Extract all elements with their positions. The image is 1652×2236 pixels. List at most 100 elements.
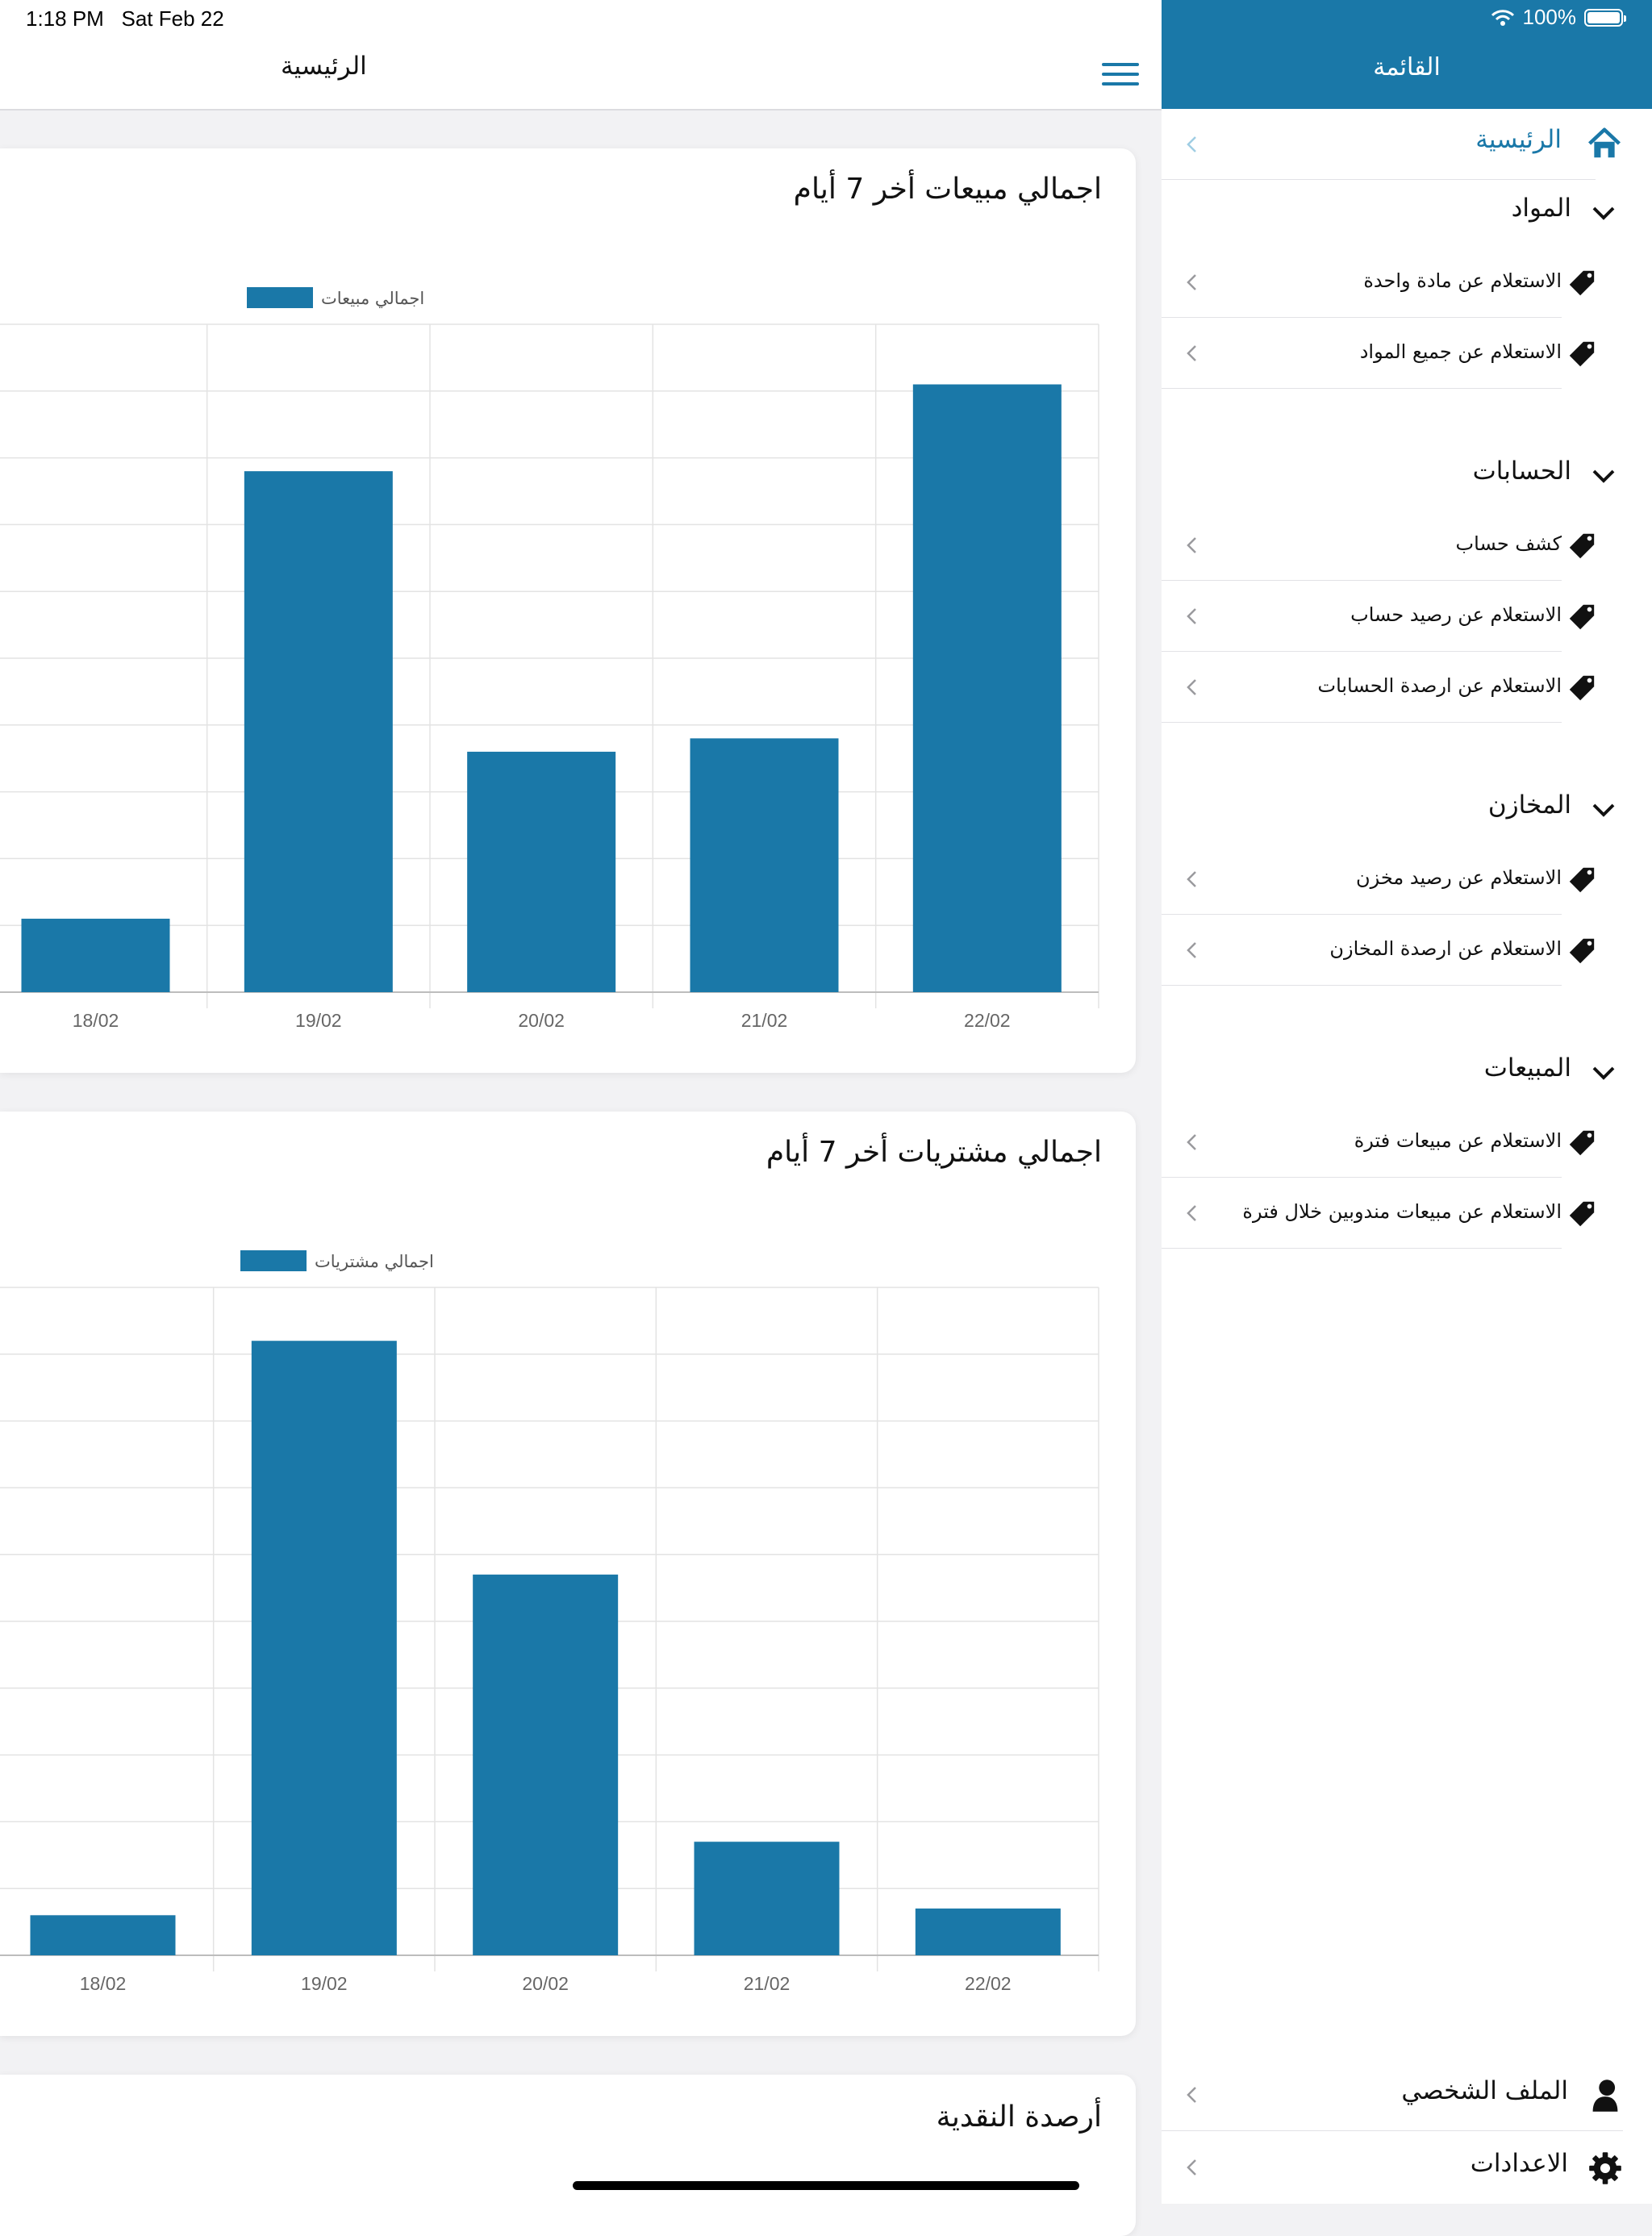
drawer-item-label: الاستعلام عن مبيعات مندوبين خلال فترة [1242, 1200, 1562, 1223]
home-indicator[interactable] [573, 2181, 1079, 2190]
gear-icon [1589, 2152, 1621, 2184]
main-content: الرئيسية اجمالي مبيعات أخر 7 أيام 17/021… [0, 0, 1162, 2236]
chart-bar [30, 1915, 176, 1955]
home-icon [1588, 127, 1621, 158]
tag-icon [1569, 604, 1595, 630]
chevron-left-icon [1187, 2159, 1196, 2176]
drawer-item-label: الاستعلام عن مادة واحدة [1363, 269, 1562, 292]
legend-swatch [240, 1250, 307, 1271]
person-icon [1592, 2080, 1618, 2112]
chevron-left-icon [1187, 679, 1196, 695]
section-sales[interactable]: المبيعات [1162, 1042, 1652, 1107]
drawer-item-home[interactable]: الرئيسية [1162, 109, 1652, 180]
chart-bar [915, 1909, 1061, 1955]
battery-percent: 100% [1522, 5, 1577, 29]
sales-chart-card: اجمالي مبيعات أخر 7 أيام 17/0218/0219/02… [0, 148, 1136, 1073]
x-tick-label: 21/02 [741, 1010, 788, 1031]
chevron-left-icon [1187, 1134, 1196, 1150]
chart-bar [473, 1575, 619, 1955]
tag-icon [1569, 270, 1595, 296]
x-tick-label: 22/02 [965, 1973, 1012, 1994]
purchases-chart-card: اجمالي مشتريات أخر 7 أيام 17/0218/0219/0… [0, 1112, 1136, 2036]
chevron-down-icon [1592, 1066, 1615, 1080]
chevron-left-icon [1187, 871, 1196, 887]
purchases-bar-chart: 17/0218/0219/0220/0221/0222/02اجمالي مشت… [0, 1250, 1099, 1994]
drawer-item-label: كشف حساب [1455, 532, 1562, 555]
tag-icon [1569, 533, 1595, 559]
x-tick-label: 19/02 [301, 1973, 348, 1994]
drawer-item-label: الرئيسية [1475, 125, 1562, 154]
section-title: الحسابات [1472, 457, 1571, 486]
tag-icon [1569, 341, 1595, 367]
x-tick-label: 20/02 [522, 1973, 569, 1994]
x-tick-label: 18/02 [80, 1973, 127, 1994]
drawer-item-label: الملف الشخصي [1401, 2076, 1568, 2105]
chart-bar [467, 751, 616, 992]
section-materials[interactable]: المواد [1162, 182, 1652, 247]
chevron-left-icon [1187, 136, 1196, 152]
tag-icon [1569, 1201, 1595, 1227]
cash-balances-title: أرصدة النقدية [936, 2100, 1102, 2134]
section-accounts[interactable]: الحسابات [1162, 445, 1652, 510]
wifi-icon [1491, 9, 1514, 26]
chevron-left-icon [1187, 942, 1196, 958]
sales-bar-chart: 17/0218/0219/0220/0221/0222/02اجمالي مبي… [0, 287, 1099, 1031]
chart-bar [690, 738, 839, 992]
tag-icon [1569, 1130, 1595, 1156]
hamburger-icon[interactable] [1102, 63, 1139, 87]
divider [1162, 985, 1562, 986]
chevron-left-icon [1187, 537, 1196, 553]
chevron-left-icon [1187, 2087, 1196, 2103]
chevron-down-icon [1592, 803, 1615, 817]
section-title: المواد [1511, 194, 1571, 223]
chart-bar [251, 1341, 397, 1955]
tag-icon [1569, 938, 1595, 964]
divider [1162, 179, 1596, 180]
drawer-item-label: الاستعلام عن رصيد حساب [1350, 603, 1562, 626]
tag-icon [1569, 867, 1595, 893]
drawer-item-label: الاستعلام عن ارصدة المخازن [1329, 937, 1562, 960]
drawer-item-profile[interactable]: الملف الشخصي [1162, 2059, 1652, 2131]
section-title: المبيعات [1483, 1053, 1571, 1083]
status-right: 100% [1491, 5, 1626, 30]
section-warehouses[interactable]: المخازن [1162, 779, 1652, 844]
legend-label: اجمالي مبيعات [321, 289, 424, 308]
x-tick-label: 19/02 [295, 1010, 342, 1031]
drawer-item-warehouse-balance[interactable]: الاستعلام عن رصيد مخزن [1162, 844, 1652, 915]
drawer-item-rep-sales[interactable]: الاستعلام عن مبيعات مندوبين خلال فترة [1162, 1178, 1652, 1249]
x-tick-label: 20/02 [518, 1010, 565, 1031]
tag-icon [1569, 675, 1595, 701]
status-time: 1:18 PM Sat Feb 22 [26, 6, 224, 31]
drawer-item-period-sales[interactable]: الاستعلام عن مبيعات فترة [1162, 1107, 1652, 1178]
drawer-item-label: الاستعلام عن مبيعات فترة [1354, 1129, 1562, 1152]
divider [1162, 388, 1562, 389]
legend-label: اجمالي مشتريات [315, 1252, 434, 1271]
drawer-item-single-material[interactable]: الاستعلام عن مادة واحدة [1162, 247, 1652, 318]
side-drawer: القائمة الرئيسية المواد الاستعلام عن ماد… [1162, 0, 1652, 2204]
drawer-item-account-statement[interactable]: كشف حساب [1162, 510, 1652, 581]
drawer-item-accounts-balances[interactable]: الاستعلام عن ارصدة الحسابات [1162, 652, 1652, 723]
drawer-item-label: الاعدادات [1470, 2149, 1568, 2178]
drawer-item-all-materials[interactable]: الاستعلام عن جميع المواد [1162, 318, 1652, 389]
chart-bar [694, 1842, 840, 1955]
chevron-left-icon [1187, 345, 1196, 361]
status-bar: 1:18 PM Sat Feb 22 100% [0, 0, 1652, 39]
chevron-left-icon [1187, 608, 1196, 624]
divider [1162, 722, 1562, 723]
drawer-item-label: الاستعلام عن جميع المواد [1359, 340, 1562, 363]
chevron-down-icon [1592, 206, 1615, 220]
chevron-left-icon [1187, 274, 1196, 290]
section-title: المخازن [1487, 791, 1571, 820]
battery-icon [1584, 8, 1626, 27]
drawer-item-warehouses-balances[interactable]: الاستعلام عن ارصدة المخازن [1162, 915, 1652, 986]
divider [1162, 1248, 1562, 1249]
drawer-item-account-balance[interactable]: الاستعلام عن رصيد حساب [1162, 581, 1652, 652]
chart-bar [912, 384, 1062, 992]
x-tick-label: 22/02 [964, 1010, 1011, 1031]
drawer-item-label: الاستعلام عن ارصدة الحسابات [1317, 674, 1562, 697]
legend-swatch [247, 287, 313, 308]
drawer-item-label: الاستعلام عن رصيد مخزن [1356, 866, 1562, 889]
x-tick-label: 21/02 [744, 1973, 791, 1994]
drawer-item-settings[interactable]: الاعدادات [1162, 2131, 1652, 2204]
page-title: الرئيسية [281, 52, 367, 81]
